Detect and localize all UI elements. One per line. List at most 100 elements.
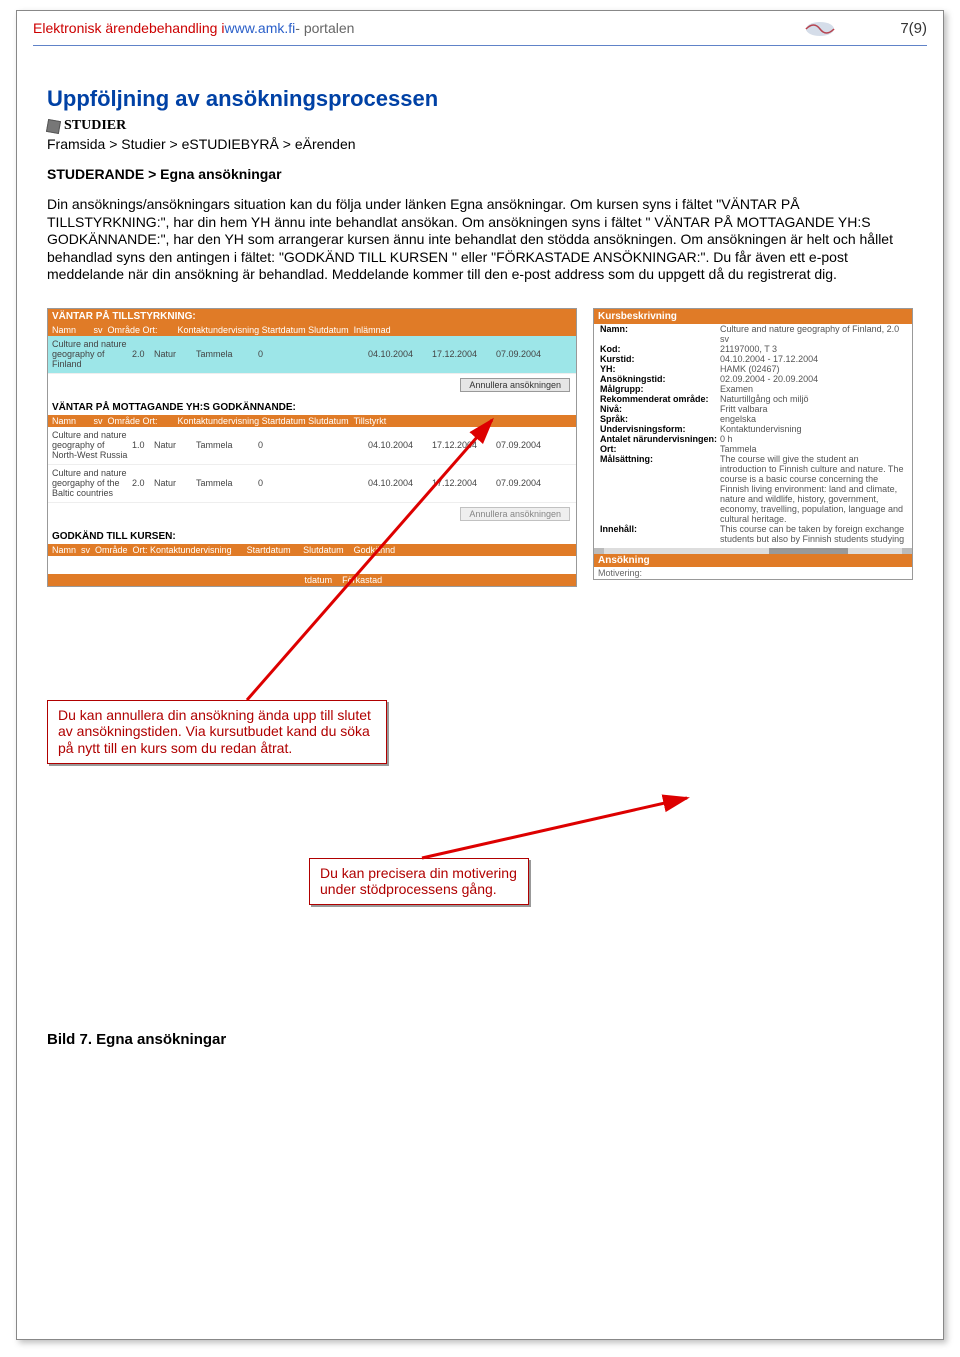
side-kv-list: Namn:Culture and nature geography of Fin… [594, 324, 912, 544]
side-motivation-label: Motivering: [594, 567, 912, 579]
scrollbar-thumb[interactable] [769, 548, 849, 554]
kv-row: YH:HAMK (02467) [594, 364, 912, 374]
cell-end: 17.12.2004 [432, 478, 496, 488]
kv-row: Antalet närundervisningen:0 h [594, 434, 912, 444]
cell-ort: Tammela [196, 478, 258, 488]
kv-value: HAMK (02467) [720, 364, 906, 374]
kv-key: Ansökningstid: [600, 374, 720, 384]
table-row[interactable]: Culture and nature georgaphy of the Balt… [48, 465, 576, 503]
kv-value: Tammela [720, 444, 906, 454]
cell-name: Culture and nature geography of Finland [52, 339, 132, 369]
table-row[interactable]: Culture and nature geography of North-We… [48, 427, 576, 465]
kv-key: Rekommenderat område: [600, 394, 720, 404]
kv-key: Kod: [600, 344, 720, 354]
table-header-4: tdatum Förkastad [48, 574, 576, 586]
cell-name: Culture and nature georgaphy of the Balt… [52, 468, 132, 498]
kv-row: Rekommenderat område:Naturtillgång och m… [594, 394, 912, 404]
kv-value: The course will give the student an intr… [720, 454, 906, 524]
applications-panel: VÄNTAR PÅ TILLSTYRKNING: Namn sv Område … [47, 308, 577, 587]
kv-value: engelska [720, 414, 906, 424]
cell-submitted: 07.09.2004 [496, 349, 560, 359]
scrollbar[interactable] [594, 548, 912, 554]
figure-caption: Bild 7. Egna ansökningar [47, 1031, 226, 1048]
kv-key: YH: [600, 364, 720, 374]
page-number-text: 7(9) [900, 20, 927, 37]
side-application-title: Ansökning [594, 554, 912, 567]
cell-start: 04.10.2004 [368, 349, 432, 359]
kv-key: Antalet närundervisningen: [600, 434, 720, 444]
section-title: Uppföljning av ansökningsprocessen [47, 86, 913, 112]
kv-key: Språk: [600, 414, 720, 424]
kv-row: Språk:engelska [594, 414, 912, 424]
cancel-application-button-disabled: Annullera ansökningen [460, 507, 570, 521]
cell-start: 04.10.2004 [368, 440, 432, 450]
kv-key: Målsättning: [600, 454, 720, 524]
kv-value: This course can be taken by foreign exch… [720, 524, 906, 544]
kv-key: Kurstid: [600, 354, 720, 364]
kv-row: Målsättning:The course will give the stu… [594, 454, 912, 524]
cell-start: 04.10.2004 [368, 478, 432, 488]
kv-row: Ort:Tammela [594, 444, 912, 454]
side-title: Kursbeskrivning [594, 309, 912, 324]
screenshot-region: VÄNTAR PÅ TILLSTYRKNING: Namn sv Område … [47, 308, 913, 868]
logo-icon [804, 19, 836, 39]
page-number: 7(9) [804, 19, 927, 39]
kv-key: Namn: [600, 324, 720, 344]
studier-label: STUDIER [64, 118, 126, 134]
kv-value: Fritt valbara [720, 404, 906, 414]
header-red: Elektronisk ärendebehandling i [33, 20, 224, 36]
cell-ort: Tammela [196, 440, 258, 450]
cell-sv: 2.0 [132, 349, 154, 359]
kv-key: Ort: [600, 444, 720, 454]
breadcrumb-2: STUDERANDE > Egna ansökningar [47, 166, 913, 182]
cell-ku: 0 [258, 440, 368, 450]
header-grey: - portalen [295, 20, 354, 36]
header-link[interactable]: www.amk.fi [224, 20, 295, 36]
kv-row: Målgrupp:Examen [594, 384, 912, 394]
scrollbar-right-icon[interactable] [902, 548, 912, 554]
doc-header: Elektronisk ärendebehandling i www.amk.f… [17, 11, 943, 43]
table-header-1: Namn sv Område Ort: Kontaktundervisning … [48, 324, 576, 336]
cell-sv: 1.0 [132, 440, 154, 450]
cancel-application-button[interactable]: Annullera ansökningen [460, 378, 570, 392]
cell-sv: 2.0 [132, 478, 154, 488]
kv-value: 04.10.2004 - 17.12.2004 [720, 354, 906, 364]
kv-key: Undervisningsform: [600, 424, 720, 434]
cell-end: 17.12.2004 [432, 349, 496, 359]
kv-row: Kurstid:04.10.2004 - 17.12.2004 [594, 354, 912, 364]
cell-ort: Tammela [196, 349, 258, 359]
cell-area: Natur [154, 440, 196, 450]
section-waiting-title: VÄNTAR PÅ TILLSTYRKNING: [48, 309, 576, 324]
cell-approved: 07.09.2004 [496, 440, 560, 450]
kv-value: Naturtillgång och miljö [720, 394, 906, 404]
cell-ku: 0 [258, 478, 368, 488]
table-header-2: Namn sv Område Ort: Kontaktundervisning … [48, 415, 576, 427]
kv-row: Ansökningstid:02.09.2004 - 20.09.2004 [594, 374, 912, 384]
cell-name: Culture and nature geography of North-We… [52, 430, 132, 460]
kv-row: Nivå:Fritt valbara [594, 404, 912, 414]
kv-value: 21197000, T 3 [720, 344, 906, 354]
course-description-panel: Kursbeskrivning Namn:Culture and nature … [593, 308, 913, 580]
callout-annullera: Du kan annullera din ansökning ända upp … [47, 700, 387, 764]
kv-value: Kontaktundervisning [720, 424, 906, 434]
kv-row: Innehåll:This course can be taken by for… [594, 524, 912, 544]
studier-heading: STUDIER [47, 118, 913, 134]
callout-precisera: Du kan precisera din motivering under st… [309, 858, 529, 906]
cell-ku: 0 [258, 349, 368, 359]
kv-key: Målgrupp: [600, 384, 720, 394]
scrollbar-left-icon[interactable] [594, 548, 604, 554]
kv-value: 02.09.2004 - 20.09.2004 [720, 374, 906, 384]
kv-value: Culture and nature geography of Finland,… [720, 324, 906, 344]
body-paragraph: Din ansöknings/ansökningars situation ka… [47, 196, 913, 284]
cell-area: Natur [154, 478, 196, 488]
cube-icon [46, 118, 61, 133]
table-row[interactable]: Culture and nature geography of Finland … [48, 336, 576, 374]
section-receiving-title: VÄNTAR PÅ MOTTAGANDE YH:S GODKÄNNANDE: [48, 398, 576, 415]
cell-end: 17.12.2004 [432, 440, 496, 450]
kv-value: 0 h [720, 434, 906, 444]
cell-approved: 07.09.2004 [496, 478, 560, 488]
table-header-3: Namn sv Område Ort: Kontaktundervisning … [48, 544, 576, 556]
kv-value: Examen [720, 384, 906, 394]
arrow-icon [422, 798, 687, 858]
kv-key: Innehåll: [600, 524, 720, 544]
